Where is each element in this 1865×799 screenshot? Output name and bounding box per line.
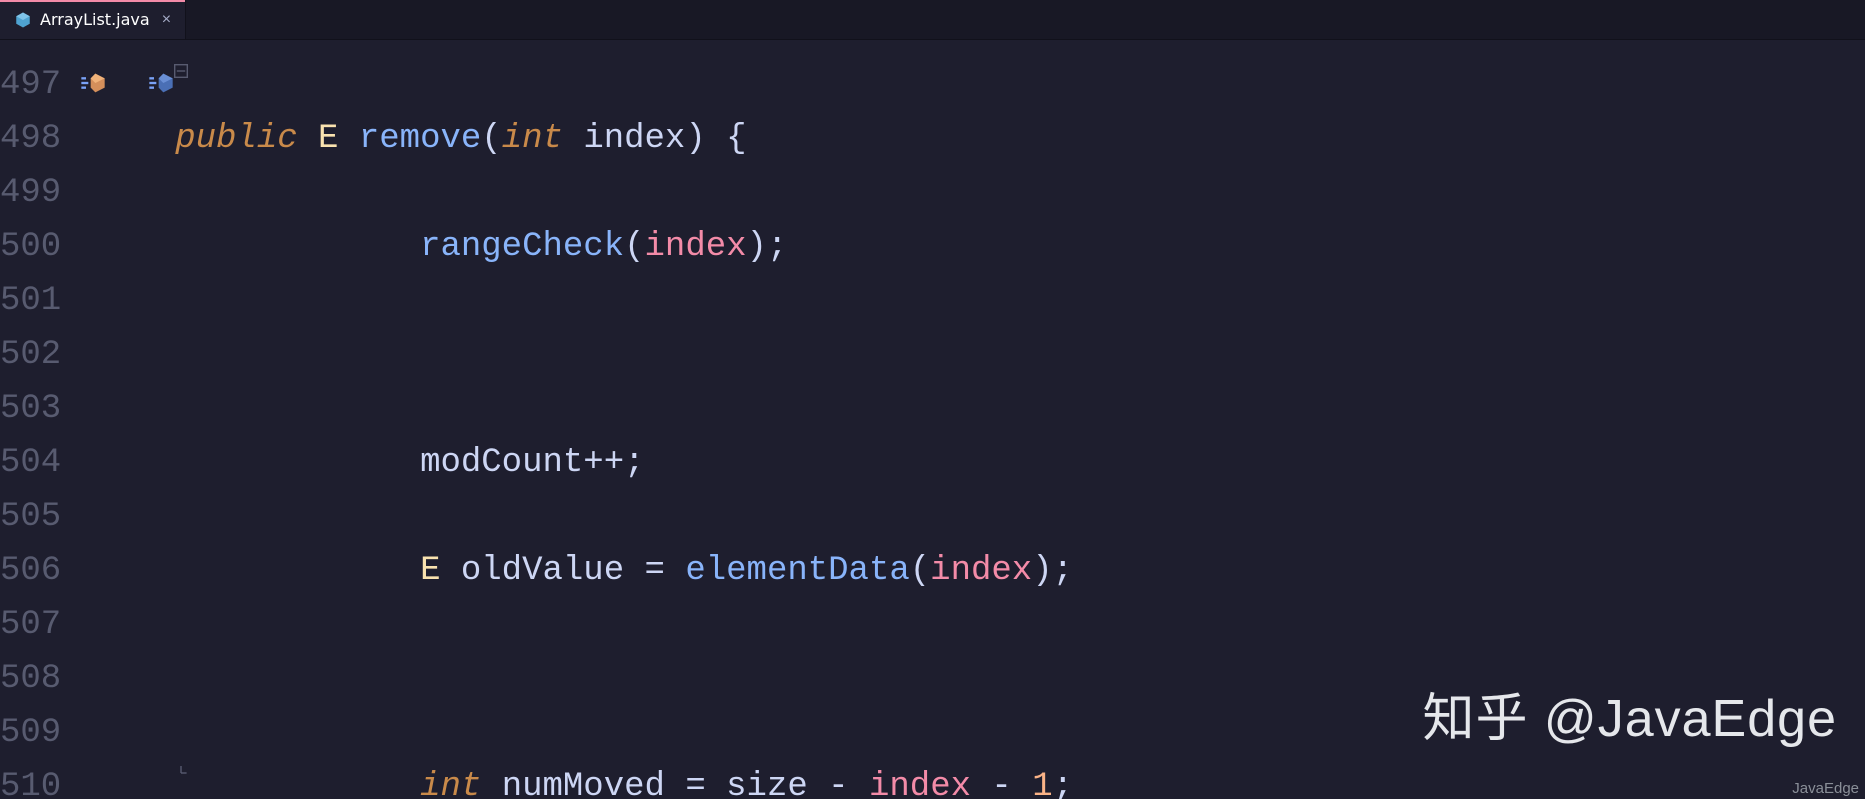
code-line: modCount++; (175, 436, 1865, 490)
close-icon[interactable]: × (158, 9, 176, 31)
code-line: int numMoved = size - index - 1; (175, 760, 1865, 799)
line-number: 501 (0, 274, 71, 328)
tab-filename: ArrayList.java (40, 10, 150, 29)
line-number: 502 (0, 328, 71, 382)
line-number: 503 (0, 382, 71, 436)
override-glyph-icon (147, 69, 175, 102)
line-number: 506 (0, 544, 71, 598)
code-line: rangeCheck(index); (175, 220, 1865, 274)
tab-arraylist[interactable]: ArrayList.java × (0, 0, 186, 39)
line-number: 500 (0, 220, 71, 274)
editor: 4974984995005015025035045055065075085095… (0, 40, 1865, 799)
code-line: E oldValue = elementData(index); (175, 544, 1865, 598)
java-file-icon (14, 11, 32, 29)
tab-bar: ArrayList.java × (0, 0, 1865, 40)
code-area[interactable]: public E remove(int index) { rangeCheck(… (175, 40, 1865, 799)
method-glyph-icon (79, 69, 107, 102)
line-number: 507 (0, 598, 71, 652)
line-number: 499 (0, 166, 71, 220)
code-line (175, 328, 1865, 382)
line-number: 504 (0, 436, 71, 490)
code-line (175, 652, 1865, 706)
line-number: 508 (0, 652, 71, 706)
line-number: 498 (0, 112, 71, 166)
line-number: 510 (0, 760, 71, 799)
code-line: public E remove(int index) { (175, 112, 1865, 166)
line-number-gutter: 4974984995005015025035045055065075085095… (0, 40, 71, 799)
line-number: 505 (0, 490, 71, 544)
line-number: 509 (0, 706, 71, 760)
line-number: 497 (0, 58, 71, 112)
gutter-icons (71, 40, 175, 799)
